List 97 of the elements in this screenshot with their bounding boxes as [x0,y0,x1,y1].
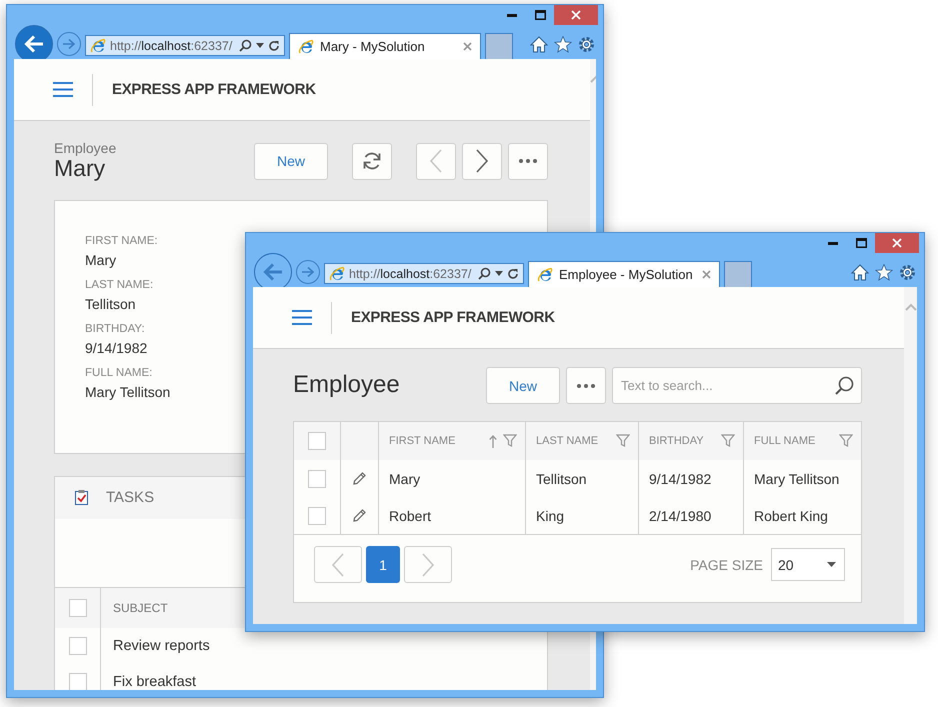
settings-icon[interactable] [899,264,916,281]
home-icon[interactable] [530,36,548,53]
search-field[interactable]: Text to search... [612,367,862,404]
column-header[interactable]: FIRST NAME [389,435,483,447]
field-label: BIRTHDAY: [85,322,145,335]
pencil-icon[interactable] [353,472,366,485]
checkbox[interactable] [68,672,86,690]
new-button[interactable]: New [254,142,328,180]
dropdown-icon [827,562,836,567]
field-label: FULL NAME: [85,366,152,379]
close-button[interactable] [554,5,598,25]
refresh-button[interactable] [352,142,392,180]
table-cell: Mary [389,470,420,486]
refresh-icon[interactable] [268,40,280,52]
pencil-icon[interactable] [353,509,366,522]
refresh-icon[interactable] [507,268,519,280]
field-value: Tellitson [85,296,136,312]
table-cell: Robert [389,508,432,524]
refresh-icon [361,150,383,172]
page-button[interactable]: 1 [366,546,400,583]
close-button[interactable] [875,233,919,253]
page-heading: Employee [293,372,401,399]
forward-arrow-icon [301,266,315,278]
menu-icon[interactable] [53,82,73,97]
home-icon[interactable] [851,264,869,281]
filter-icon[interactable] [503,434,517,448]
close-icon [571,10,581,20]
more-button[interactable] [508,142,548,180]
column-header[interactable]: FULL NAME [754,435,833,447]
column-header[interactable]: BIRTHDAY [649,435,715,447]
close-icon [892,238,902,248]
table-cell: Tellitson [536,470,587,486]
minimize-icon [828,242,838,244]
app-title: EXPRESS APP FRAMEWORK [112,81,316,98]
star-icon[interactable] [875,264,893,281]
chevron-right-icon [475,149,489,174]
maximize-icon [534,10,546,20]
field-value: Mary Tellitson [85,384,170,400]
menu-icon[interactable] [292,310,312,325]
table-cell-text: Fix breakfast [112,674,196,690]
table-cell: Mary Tellitson [754,470,840,486]
new-button[interactable]: New [486,367,560,404]
page-heading: Mary [54,156,106,182]
page-size-dropdown[interactable]: 20 [771,548,845,581]
checkbox[interactable] [68,598,86,617]
table-cell: King [536,508,564,524]
chevron-left-icon [429,149,443,174]
table-cell: Robert King [754,508,828,524]
table-cell: 9/14/1982 [649,470,712,486]
field-label: FIRST NAME: [85,234,158,247]
forward-arrow-icon [62,38,76,50]
address-bar[interactable]: http://localhost:62337/ [324,263,524,284]
back-arrow-icon [24,35,44,53]
tasks-title: TASKS [106,489,154,506]
dropdown-icon[interactable] [256,43,264,48]
checkbox[interactable] [68,636,86,655]
clipboard-icon [75,490,88,506]
filter-icon[interactable] [839,434,853,448]
page-size-label: PAGE SIZE [690,556,763,572]
search-icon[interactable] [478,267,491,280]
checkbox[interactable] [308,506,326,524]
chevron-left-icon [331,552,345,576]
address-bar[interactable]: http://localhost:62337/ [85,35,285,56]
maximize-icon [856,238,866,248]
star-icon[interactable] [554,36,572,53]
table-cell: 2/14/1980 [649,508,712,524]
search-icon[interactable] [835,376,854,395]
app-title: EXPRESS APP FRAMEWORK [351,309,555,326]
minimize-icon [507,14,517,16]
field-value: Mary [85,252,116,268]
close-icon[interactable] [463,42,472,51]
filter-icon[interactable] [616,434,630,448]
more-icon [577,384,595,388]
settings-icon[interactable] [578,36,595,53]
browser-logo-icon [537,266,553,282]
back-arrow-icon [263,263,283,281]
next-button[interactable] [462,142,502,180]
chevron-right-icon [421,552,435,576]
filter-icon[interactable] [721,434,735,448]
column-header[interactable]: SUBJECT [101,600,168,615]
more-icon [519,159,537,164]
checkbox[interactable] [308,470,326,488]
browser-logo-icon [90,38,106,54]
field-label: LAST NAME: [85,278,154,291]
page-caption: Employee [54,141,118,156]
browser-tab[interactable]: Employee - MySolution [528,261,720,287]
browser-logo-icon [298,38,314,54]
browser-logo-icon [329,266,345,282]
field-value: 9/14/1982 [85,340,148,356]
close-icon[interactable] [702,270,711,279]
checkbox[interactable] [308,432,326,450]
dropdown-icon[interactable] [495,271,503,276]
search-icon[interactable] [239,39,252,52]
column-header[interactable]: LAST NAME [536,435,610,447]
table-cell-text: Review reports [112,638,210,654]
browser-tab[interactable]: Mary - MySolution [289,33,481,59]
more-button[interactable] [566,367,606,404]
